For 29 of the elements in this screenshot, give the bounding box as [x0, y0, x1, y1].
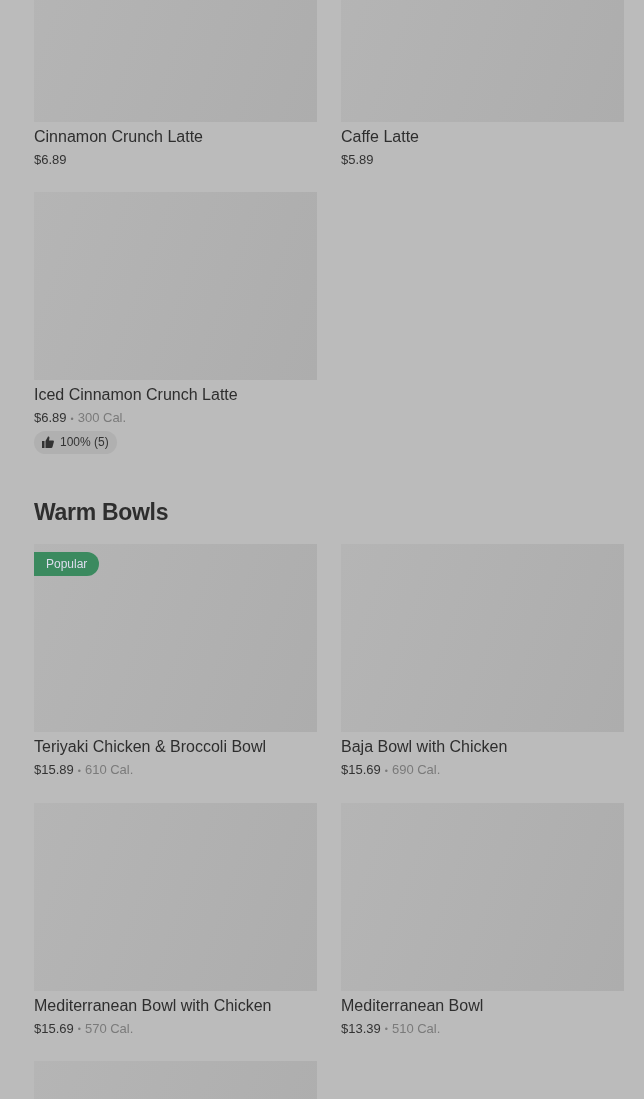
separator-dot: • — [70, 413, 74, 424]
item-name: Mediterranean Bowl — [341, 995, 485, 1016]
item-calories: 510 Cal. — [391, 1020, 441, 1036]
item-name: Caffe Latte — [341, 127, 420, 147]
separator-dot: • — [384, 1024, 388, 1035]
item-name: Teriyaki Chicken & Broccoli Bowl — [34, 737, 268, 758]
item-calories: 570 Cal. — [84, 1020, 134, 1036]
item-price: $5.89 — [341, 152, 374, 167]
separator-dot: • — [384, 765, 388, 776]
separator-dot: • — [77, 765, 81, 776]
item-calories: 690 Cal. — [391, 762, 441, 778]
section-heading: Warm Bowls — [34, 498, 170, 528]
item-price: $15.69 — [34, 1020, 74, 1036]
item-price: $6.89 — [34, 410, 67, 425]
item-price: $13.39 — [341, 1020, 381, 1036]
item-price: $15.89 — [34, 762, 74, 778]
item-price: $15.69 — [341, 762, 381, 778]
item-calories: 300 Cal. — [77, 410, 127, 425]
image-placeholder[interactable]: Popular — [34, 544, 317, 733]
separator-dot: • — [77, 1024, 81, 1035]
item-name: Cinnamon Crunch Latte — [34, 127, 204, 147]
item-price: $6.89 — [34, 152, 67, 167]
item-name: Baja Bowl with Chicken — [341, 737, 509, 758]
rating-chip: 100% (5) — [34, 430, 117, 454]
item-name: Mediterranean Bowl with Chicken — [34, 995, 273, 1016]
thumbs-up-icon — [42, 436, 54, 449]
item-name: Iced Cinnamon Crunch Latte — [34, 385, 239, 405]
item-calories: 610 Cal. — [84, 762, 134, 778]
popular-tag: Popular — [34, 552, 100, 577]
